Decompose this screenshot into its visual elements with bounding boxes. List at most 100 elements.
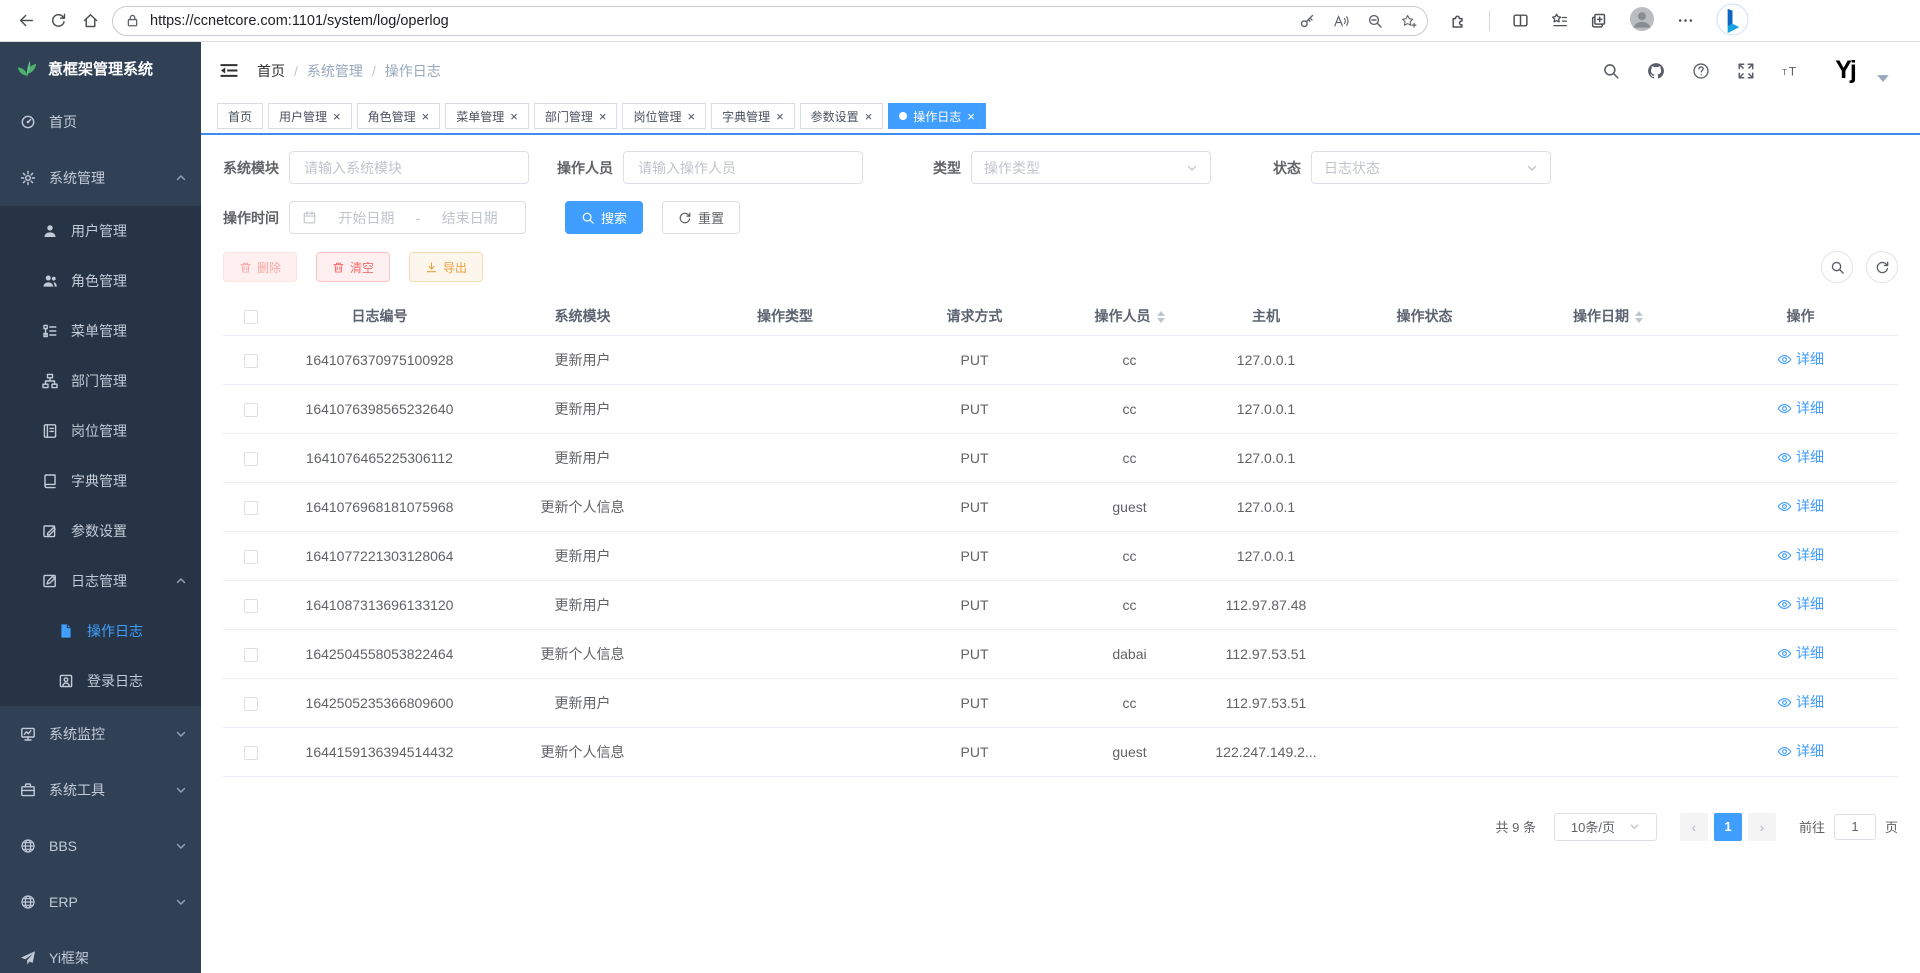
tab-close-icon[interactable]: × (333, 110, 341, 123)
fullscreen-icon[interactable] (1737, 62, 1755, 80)
date-range-picker[interactable]: 开始日期 - 结束日期 (289, 201, 526, 234)
sort-carets-icon[interactable] (1635, 311, 1643, 323)
delete-button[interactable]: 删除 (223, 252, 297, 282)
font-size-icon[interactable]: TT (1782, 62, 1800, 80)
tab-user-mgmt[interactable]: 用户管理× (268, 103, 352, 129)
export-button[interactable]: 导出 (409, 252, 483, 282)
browser-home-button[interactable] (74, 5, 106, 37)
row-checkbox[interactable] (244, 746, 258, 760)
tab-close-icon[interactable]: × (687, 110, 695, 123)
bing-discover-icon[interactable] (1716, 3, 1749, 36)
sidebar-item-role-mgmt[interactable]: 角色管理 (0, 256, 201, 306)
detail-link[interactable]: 详细 (1777, 692, 1824, 712)
sidebar-item-erp[interactable]: ERP (0, 874, 201, 930)
row-checkbox[interactable] (244, 599, 258, 613)
row-checkbox[interactable] (244, 501, 258, 515)
address-bar[interactable]: https://ccnetcore.com:1101/system/log/op… (112, 6, 1428, 36)
tab-oper-log[interactable]: 操作日志× (888, 103, 986, 129)
tab-close-icon[interactable]: × (599, 110, 607, 123)
detail-link[interactable]: 详细 (1777, 594, 1824, 614)
add-favorite-icon[interactable] (1401, 13, 1417, 29)
tab-post-mgmt[interactable]: 岗位管理× (622, 103, 706, 129)
column-header-8[interactable]: 操作日期 (1513, 297, 1703, 335)
favorites-icon[interactable] (1551, 12, 1568, 29)
collections-icon[interactable] (1590, 12, 1607, 29)
sort-ascending-icon[interactable] (1157, 311, 1165, 316)
type-select[interactable]: 操作类型 (971, 151, 1211, 184)
row-checkbox[interactable] (244, 697, 258, 711)
sidebar-item-param-settings[interactable]: 参数设置 (0, 506, 201, 556)
prev-page-button[interactable]: ‹ (1680, 813, 1708, 841)
sidebar-item-dept-mgmt[interactable]: 部门管理 (0, 356, 201, 406)
detail-link[interactable]: 详细 (1777, 447, 1824, 467)
show-search-button[interactable] (1821, 251, 1853, 283)
password-key-icon[interactable] (1299, 13, 1315, 29)
status-select[interactable]: 日志状态 (1311, 151, 1551, 184)
browser-refresh-button[interactable] (42, 5, 74, 37)
tab-role-mgmt[interactable]: 角色管理× (357, 103, 441, 129)
row-checkbox[interactable] (244, 648, 258, 662)
sidebar-item-log-mgmt[interactable]: 日志管理 (0, 556, 201, 606)
module-input[interactable] (302, 159, 516, 177)
zoom-out-icon[interactable] (1367, 13, 1383, 29)
sidebar-item-post-mgmt[interactable]: 岗位管理 (0, 406, 201, 456)
detail-link[interactable]: 详细 (1777, 545, 1824, 565)
row-checkbox[interactable] (244, 354, 258, 368)
column-header-5[interactable]: 操作人员 (1063, 297, 1196, 335)
extensions-icon[interactable] (1450, 12, 1467, 29)
sidebar-item-login-log[interactable]: 登录日志 (0, 656, 201, 706)
sidebar-item-system-mgmt[interactable]: 系统管理 (0, 150, 201, 206)
detail-link[interactable]: 详细 (1777, 741, 1824, 761)
detail-link[interactable]: 详细 (1777, 349, 1824, 369)
sidebar-item-user-mgmt[interactable]: 用户管理 (0, 206, 201, 256)
page-number-1[interactable]: 1 (1714, 813, 1742, 841)
row-checkbox[interactable] (244, 550, 258, 564)
search-button[interactable]: 搜索 (565, 201, 643, 234)
row-checkbox[interactable] (244, 403, 258, 417)
detail-link[interactable]: 详细 (1777, 398, 1824, 418)
sidebar-item-system-monitor[interactable]: 系统监控 (0, 706, 201, 762)
browser-profile-avatar[interactable] (1629, 6, 1655, 32)
sidebar-item-dict-mgmt[interactable]: 字典管理 (0, 456, 201, 506)
avatar-caret-down-icon[interactable] (1874, 69, 1892, 87)
sort-carets-icon[interactable] (1157, 311, 1165, 323)
github-icon[interactable] (1647, 62, 1665, 80)
tab-close-icon[interactable]: × (967, 110, 975, 123)
sidebar-toggle-icon[interactable] (219, 62, 239, 79)
tab-dept-mgmt[interactable]: 部门管理× (534, 103, 618, 129)
breadcrumb-home[interactable]: 首页 (257, 61, 285, 81)
tab-close-icon[interactable]: × (422, 110, 430, 123)
split-screen-icon[interactable] (1512, 12, 1529, 29)
next-page-button[interactable]: › (1748, 813, 1776, 841)
tab-menu-mgmt[interactable]: 菜单管理× (445, 103, 529, 129)
tab-param-settings[interactable]: 参数设置× (800, 103, 884, 129)
sidebar-item-bbs[interactable]: BBS (0, 818, 201, 874)
help-icon[interactable] (1692, 62, 1710, 80)
reset-button[interactable]: 重置 (662, 201, 740, 234)
sort-descending-icon[interactable] (1157, 318, 1165, 323)
read-aloud-icon[interactable] (1333, 13, 1349, 29)
row-checkbox[interactable] (244, 452, 258, 466)
tab-dict-mgmt[interactable]: 字典管理× (711, 103, 795, 129)
tab-close-icon[interactable]: × (510, 110, 518, 123)
refresh-table-button[interactable] (1866, 251, 1898, 283)
tab-home[interactable]: 首页 (217, 103, 263, 129)
operator-input[interactable] (636, 159, 850, 177)
tab-close-icon[interactable]: × (776, 110, 784, 123)
header-search-icon[interactable] (1602, 62, 1620, 80)
sort-ascending-icon[interactable] (1635, 311, 1643, 316)
sidebar-item-oper-log[interactable]: 操作日志 (0, 606, 201, 656)
sidebar-item-home[interactable]: 首页 (0, 94, 201, 150)
user-avatar[interactable]: Yj (1827, 53, 1863, 89)
goto-page-input[interactable]: 1 (1834, 814, 1876, 840)
clear-button[interactable]: 清空 (316, 252, 390, 282)
select-all-checkbox[interactable] (244, 310, 258, 324)
sidebar-item-menu-mgmt[interactable]: 菜单管理 (0, 306, 201, 356)
detail-link[interactable]: 详细 (1777, 496, 1824, 516)
browser-back-button[interactable] (10, 5, 42, 37)
sort-descending-icon[interactable] (1635, 318, 1643, 323)
tab-close-icon[interactable]: × (865, 110, 873, 123)
browser-menu-icon[interactable] (1677, 12, 1694, 29)
sidebar-item-yi-framework[interactable]: Yi框架 (0, 930, 201, 973)
page-size-select[interactable]: 10条/页 (1554, 813, 1657, 841)
